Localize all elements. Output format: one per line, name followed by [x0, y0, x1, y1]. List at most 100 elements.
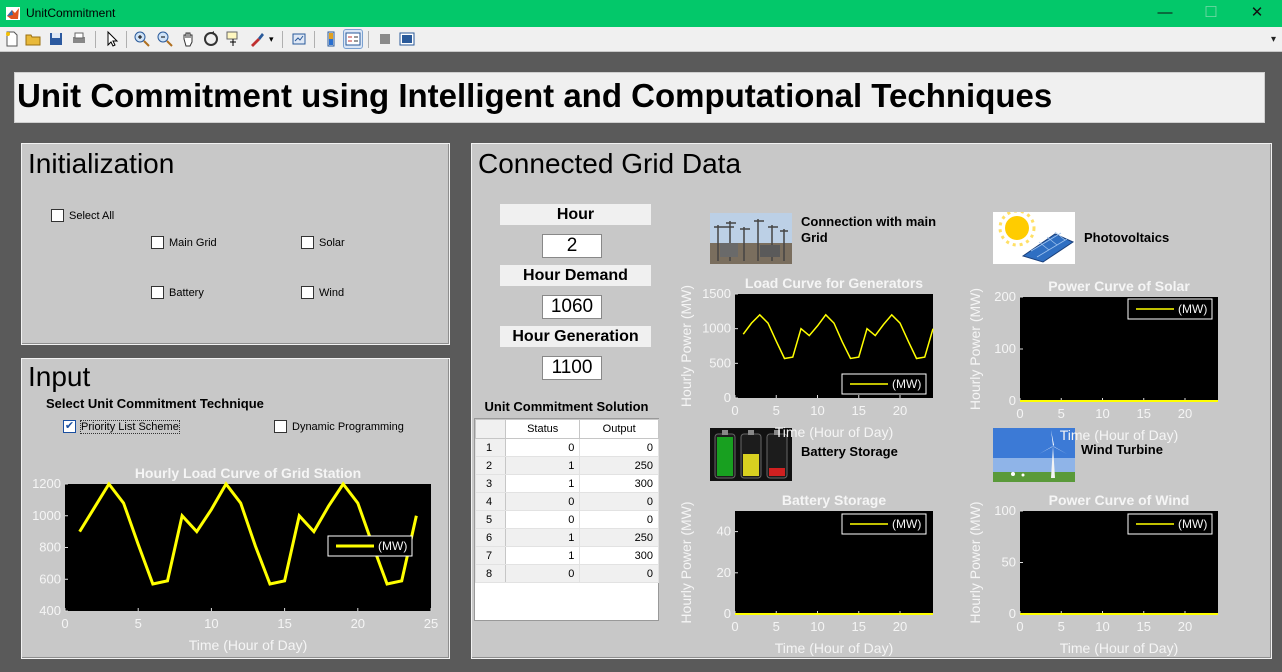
table-row[interactable]: 400: [475, 492, 659, 511]
table-row[interactable]: 800: [475, 564, 659, 583]
page-title: Unit Commitment using Intelligent and Co…: [17, 77, 1053, 114]
x-tick-label: 20: [1178, 619, 1192, 634]
row-header[interactable]: 1: [475, 438, 506, 457]
x-tick-label: 0: [731, 403, 738, 418]
x-tick-label: 10: [1095, 619, 1109, 634]
show-plot-tools-icon[interactable]: [398, 30, 416, 48]
battery-checkbox[interactable]: Battery: [151, 286, 204, 299]
output-cell[interactable]: 0: [579, 510, 659, 529]
y-tick-label: 1000: [702, 321, 731, 336]
row-header[interactable]: 2: [475, 456, 506, 475]
x-tick-label: 0: [61, 616, 68, 631]
x-tick-label: 25: [424, 616, 438, 631]
check-icon: ✔: [63, 420, 76, 433]
battery-label: Battery: [169, 286, 204, 299]
output-cell[interactable]: 300: [579, 474, 659, 493]
solar-chart: Power Curve of Solar0 5 10 15 200100200Time …: [967, 278, 1219, 443]
row-header[interactable]: 5: [475, 510, 506, 529]
brush-icon[interactable]: [248, 30, 266, 48]
battery-chart: Battery Storage 0 5 10 15 20 0 20 40 Time (Hour o…: [678, 492, 934, 656]
y-tick-label: 0: [1009, 393, 1016, 408]
status-cell[interactable]: 0: [504, 510, 581, 529]
output-cell[interactable]: 250: [579, 456, 659, 475]
table-row[interactable]: 500: [475, 510, 659, 529]
status-cell[interactable]: 0: [504, 492, 581, 511]
output-cell[interactable]: 300: [579, 546, 659, 565]
y-tick-label: 200: [994, 289, 1016, 304]
output-cell[interactable]: 250: [579, 528, 659, 547]
select-all-checkbox[interactable]: Select All: [51, 209, 114, 222]
wind-checkbox[interactable]: Wind: [301, 286, 344, 299]
y-axis-label: Hourly Power (MW): [967, 501, 983, 623]
link-plot-icon[interactable]: [290, 30, 308, 48]
x-tick-label: 5: [1058, 619, 1065, 634]
legend-label: (MW): [378, 539, 407, 553]
ucs-table[interactable]: Status Output 1 0 0 2 1 250 3 1 300 4 0 0 5 0 0 6 1 250 7 1…: [474, 418, 659, 621]
zoom-in-icon[interactable]: [133, 30, 151, 48]
x-tick-label: 20: [893, 619, 907, 634]
row-header[interactable]: 4: [475, 492, 506, 511]
colorbar-icon[interactable]: [322, 30, 340, 48]
status-cell[interactable]: 0: [504, 564, 581, 583]
table-row[interactable]: 7 1 300: [475, 546, 659, 565]
x-tick-label: 10: [810, 403, 824, 418]
minimize-button[interactable]: —: [1150, 3, 1180, 23]
output-cell[interactable]: 0: [579, 492, 659, 511]
data-cursor-icon[interactable]: [225, 30, 243, 48]
x-tick-label: 0: [1016, 406, 1023, 421]
open-folder-icon[interactable]: [24, 30, 42, 48]
x-axis-label: Time (Hour of Day): [1060, 427, 1179, 443]
connected-grid-title: Connected Grid Data: [478, 148, 745, 180]
y-tick-label: 1500: [702, 286, 731, 301]
status-cell[interactable]: 0: [504, 438, 581, 457]
y-tick-label: 50: [1002, 555, 1016, 570]
save-icon[interactable]: [47, 30, 65, 48]
maximize-button[interactable]: ☐: [1196, 3, 1226, 23]
x-tick-label: 5: [135, 616, 142, 631]
window-title: UnitCommitment: [26, 6, 116, 20]
zoom-out-icon[interactable]: [156, 30, 174, 48]
hour-demand-label: Hour Demand: [500, 265, 651, 286]
close-button[interactable]: ✕: [1242, 3, 1272, 23]
new-file-icon[interactable]: [3, 30, 21, 48]
pointer-icon[interactable]: [103, 30, 121, 48]
priority-list-checkbox[interactable]: ✔ Priority List Scheme: [63, 419, 180, 434]
status-cell[interactable]: 1: [504, 528, 581, 547]
row-header[interactable]: 7: [475, 546, 506, 565]
rotate-icon[interactable]: [202, 30, 220, 48]
hide-plot-tools-icon[interactable]: [376, 30, 394, 48]
x-tick-label: 5: [773, 619, 780, 634]
main-grid-checkbox[interactable]: Main Grid: [151, 236, 217, 249]
x-axis-label: Time (Hour of Day): [775, 424, 894, 440]
pan-hand-icon[interactable]: [179, 30, 197, 48]
toolbar-overflow-icon[interactable]: ▾: [1271, 34, 1276, 45]
row-header[interactable]: 3: [475, 474, 506, 493]
status-cell[interactable]: 1: [504, 456, 581, 475]
table-row[interactable]: 2 1 250: [475, 456, 659, 475]
print-icon[interactable]: [70, 30, 88, 48]
legend-icon[interactable]: [343, 29, 363, 49]
brush-dropdown-icon[interactable]: ▾: [269, 34, 274, 45]
wind-chart: Power Curve of Wind 0 5 10 15 20 0 50 100 Time (H…: [967, 492, 1219, 656]
chart-title: Battery Storage: [782, 492, 886, 508]
output-cell[interactable]: 0: [579, 438, 659, 457]
table-row[interactable]: 6 1 250: [475, 528, 659, 547]
status-cell[interactable]: 1: [504, 474, 581, 493]
row-header[interactable]: 6: [475, 528, 506, 547]
y-tick-label: 600: [39, 571, 61, 586]
y-tick-label: 0: [1009, 606, 1016, 621]
status-cell[interactable]: 1: [504, 546, 581, 565]
solar-checkbox[interactable]: Solar: [301, 236, 345, 249]
output-cell[interactable]: 0: [579, 564, 659, 583]
table-row[interactable]: 100: [475, 438, 659, 457]
row-header[interactable]: 8: [475, 564, 506, 583]
hour-generation-value: 1100: [542, 356, 602, 380]
dynamic-programming-checkbox[interactable]: Dynamic Programming: [274, 420, 404, 433]
table-row[interactable]: 3 1 300: [475, 474, 659, 493]
output-header: Output: [579, 419, 659, 439]
main-grid-caption: Connection with main Grid: [801, 214, 937, 245]
substation-image: [710, 213, 792, 264]
hour-value: 2: [542, 234, 602, 258]
y-tick-label: 500: [709, 355, 731, 370]
x-axis-label: Time (Hour of Day): [775, 640, 894, 656]
